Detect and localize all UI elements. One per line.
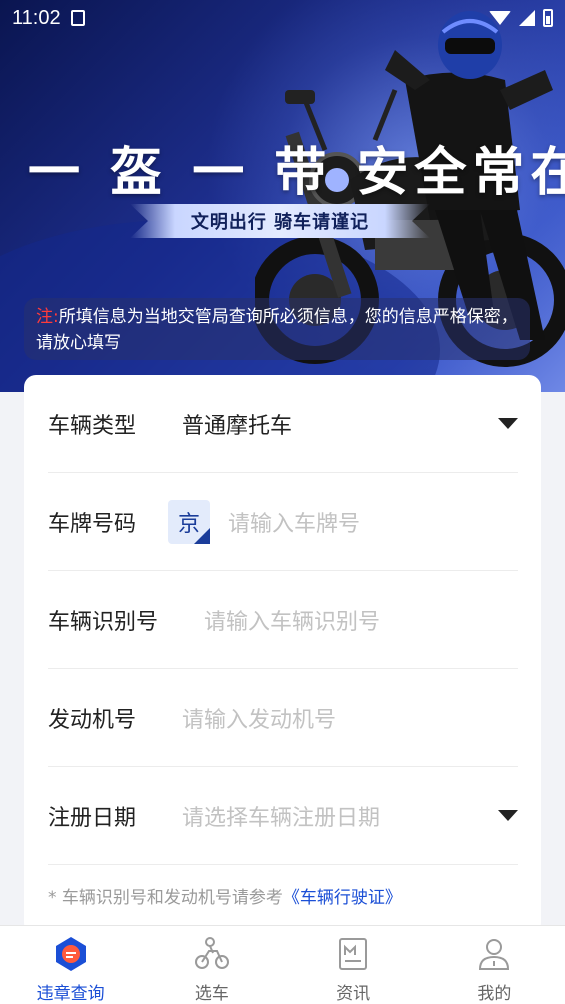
- violation-query-icon: [51, 934, 91, 973]
- status-icons: [489, 9, 553, 27]
- registration-date-picker[interactable]: 请选择车辆注册日期: [182, 800, 380, 832]
- vin-label: 车辆识别号: [48, 609, 159, 635]
- vehicle-type-row[interactable]: 车辆类型 普通摩托车: [48, 375, 518, 473]
- plate-number-label: 车牌号码: [48, 511, 137, 537]
- tab-label: 选车: [194, 984, 229, 1004]
- plate-province-selector[interactable]: 京: [168, 499, 211, 544]
- engine-number-label: 发动机号: [48, 707, 137, 733]
- chevron-down-icon[interactable]: [498, 810, 518, 821]
- engine-number-row: 发动机号 请输入发动机号: [48, 669, 518, 767]
- vehicle-type-select[interactable]: 普通摩托车: [182, 408, 292, 440]
- motorcycle-icon: [192, 934, 232, 973]
- status-bar: 11:02: [0, 0, 565, 36]
- sim-card-icon: [70, 10, 85, 26]
- footnote-text: * 车辆识别号和发动机号请参考: [48, 888, 283, 908]
- engine-number-input[interactable]: 请输入发动机号: [182, 702, 336, 734]
- license-reference-link[interactable]: 《车辆行驶证》: [283, 888, 402, 908]
- privacy-notice: 注:所填信息为当地交管局查询所必须信息，您的信息严格保密，请放心填写: [24, 298, 530, 360]
- notice-label: 注:: [36, 307, 59, 327]
- banner-ribbon-text: 文明出行 骑车请谨记: [190, 212, 370, 233]
- tab-profile[interactable]: 我的: [424, 926, 565, 1004]
- battery-icon: [543, 9, 553, 27]
- vin-row: 车辆识别号 请输入车辆识别号: [48, 571, 518, 669]
- wifi-icon: [489, 11, 511, 25]
- chevron-down-icon[interactable]: [498, 418, 518, 429]
- vehicle-type-label: 车辆类型: [48, 413, 137, 439]
- footnote: * 车辆识别号和发动机号请参考《车辆行驶证》: [48, 883, 402, 908]
- vin-input[interactable]: 请输入车辆识别号: [204, 604, 380, 636]
- plate-province-text: 京: [178, 511, 201, 537]
- tab-label: 资讯: [336, 984, 371, 1004]
- tab-choose-bike[interactable]: 选车: [141, 926, 282, 1004]
- profile-icon: [474, 934, 514, 973]
- plate-number-row: 车牌号码 京 请输入车牌号: [48, 473, 518, 571]
- tab-news[interactable]: 资讯: [283, 926, 424, 1004]
- tab-label: 我的: [477, 984, 512, 1004]
- banner-slogan: 一 盔 一 带 安全常在: [28, 143, 565, 203]
- plate-number-input[interactable]: 请输入车牌号: [228, 506, 360, 538]
- notice-text: 所填信息为当地交管局查询所必须信息，您的信息严格保密，请放心填写: [36, 307, 518, 353]
- registration-date-label: 注册日期: [48, 805, 137, 831]
- signal-icon: [519, 10, 535, 26]
- tab-violation-query[interactable]: 违章查询: [0, 926, 141, 1004]
- news-icon: [333, 934, 373, 973]
- banner-ribbon: 文明出行 骑车请谨记: [130, 204, 430, 238]
- status-time: 11:02: [12, 6, 61, 29]
- vehicle-form-card: 车辆类型 普通摩托车 车牌号码 京 请输入车牌号 车辆识别号 请输入车辆识别号 …: [24, 375, 541, 935]
- registration-date-row[interactable]: 注册日期 请选择车辆注册日期: [48, 767, 518, 865]
- tab-label: 违章查询: [36, 984, 105, 1004]
- banner: 11:02 一 盔 一 带 安全常在 文明出行 骑车请谨记 注:所填信息为当地交…: [0, 0, 565, 392]
- bottom-tab-bar: 违章查询 选车 资讯 我的: [0, 925, 565, 1004]
